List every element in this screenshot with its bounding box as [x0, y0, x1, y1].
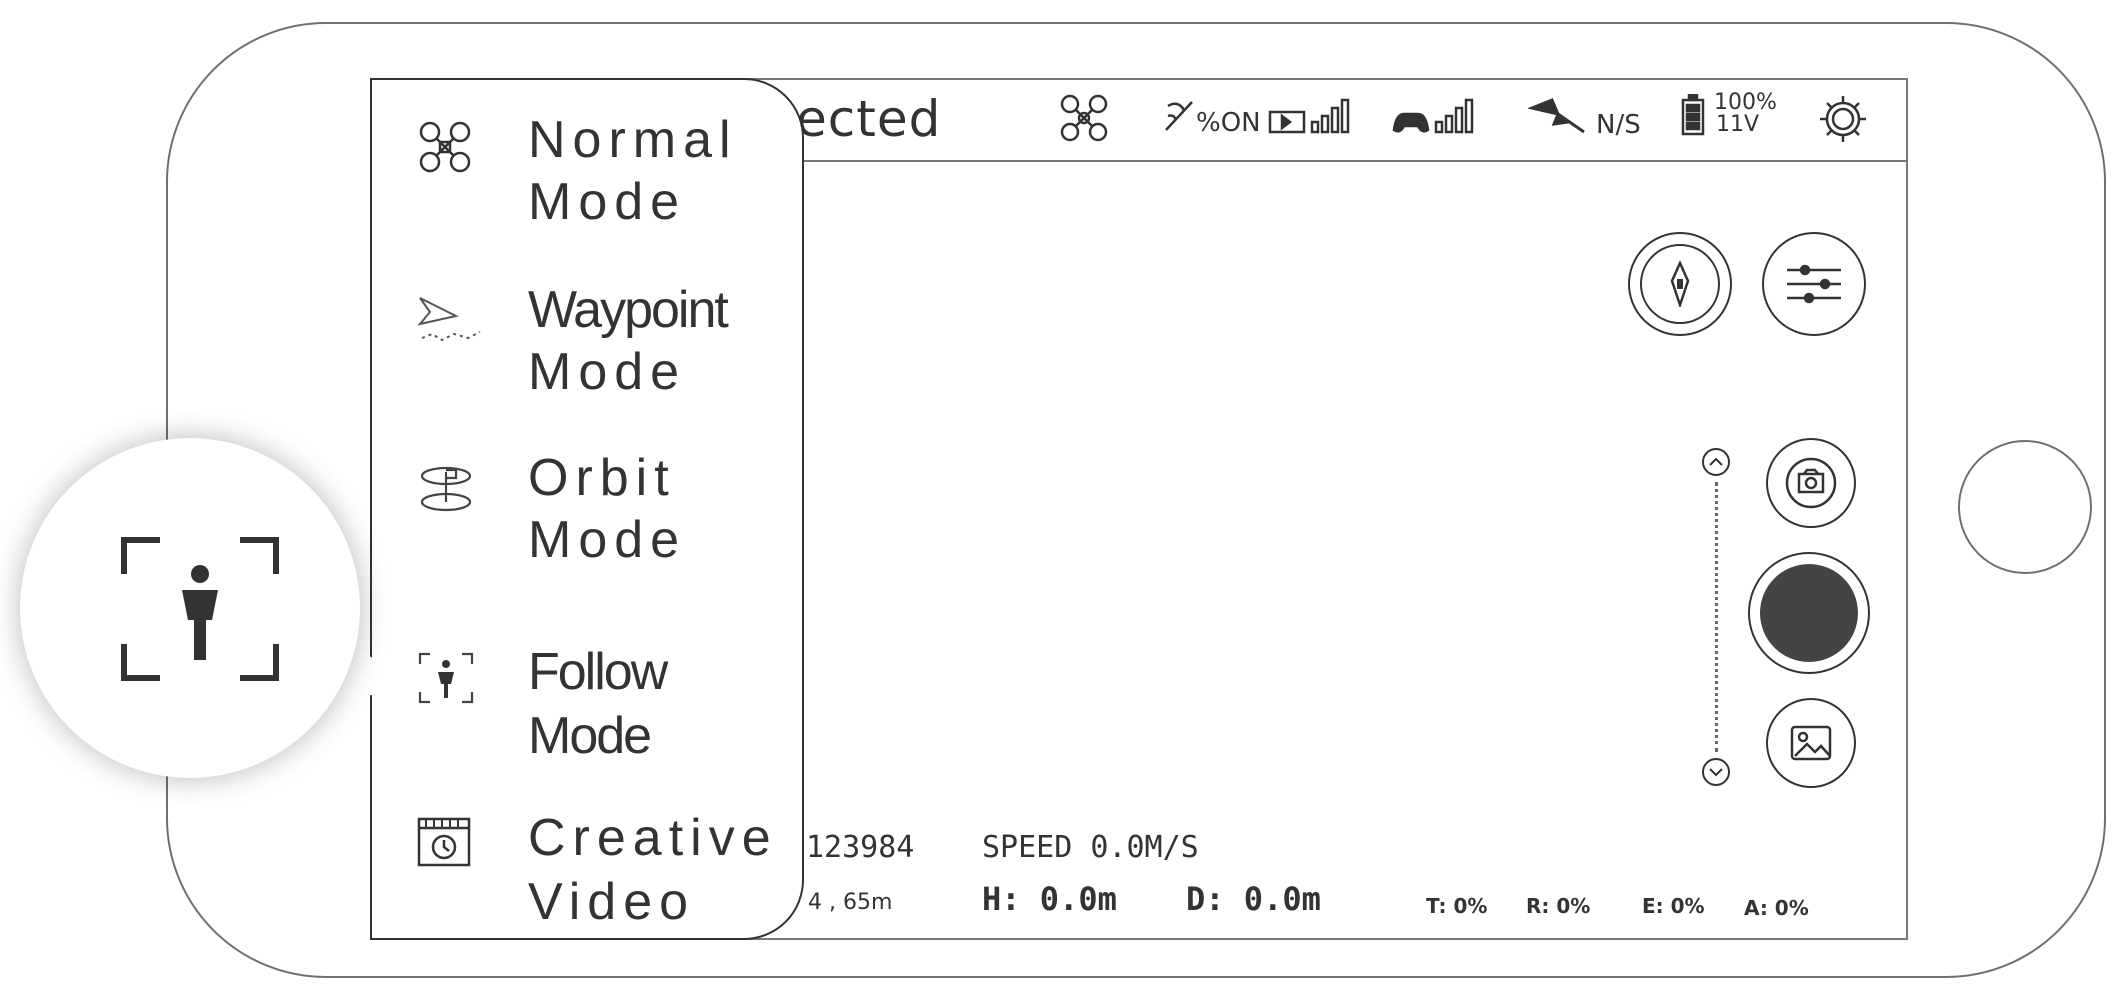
- battery-icon: [1680, 94, 1706, 136]
- menu-item-orbit-mode[interactable]: Orbit Mode: [372, 442, 802, 592]
- controller-signal-icon: [1390, 96, 1486, 138]
- zoom-out-icon[interactable]: [1700, 756, 1732, 788]
- gps-signal-icon: [1162, 96, 1196, 136]
- t-readout: T: 0%: [1426, 894, 1488, 918]
- creative-video-icon: [416, 816, 472, 868]
- menu-item-creative-video[interactable]: Creative Video: [372, 806, 802, 942]
- video-signal-icon: [1268, 96, 1360, 138]
- menu-label-line2: Video: [528, 873, 696, 931]
- r-readout: R: 0%: [1526, 894, 1591, 918]
- a-readout: A: 0%: [1744, 896, 1809, 920]
- gps-status-label: N/S: [1596, 110, 1641, 140]
- follow-icon-large: [120, 536, 280, 682]
- menu-label-line2: Mode: [528, 707, 652, 765]
- menu-label-line2: Mode: [528, 343, 687, 401]
- flight-mode-menu: Normal Mode Waypoint Mode Orbit Mode Fol…: [370, 78, 804, 940]
- follow-icon: [416, 650, 476, 706]
- satellite-icon: [1528, 92, 1592, 136]
- sliders-icon: [1787, 264, 1841, 304]
- waypoint-icon: [416, 294, 486, 344]
- height-readout: H: 0.0m: [982, 880, 1117, 918]
- follow-mode-callout: [20, 438, 360, 778]
- gallery-button[interactable]: [1766, 698, 1856, 788]
- camera-switch-icon: [1785, 457, 1837, 509]
- record-button[interactable]: [1748, 552, 1870, 674]
- compass-icon: [1640, 244, 1720, 324]
- gps-on-label: %ON: [1196, 108, 1261, 138]
- record-dot: [1760, 564, 1858, 662]
- orbit-icon: [416, 460, 476, 514]
- connection-status: ected: [796, 90, 942, 148]
- coordinate-fragment: 4 , 65m: [808, 890, 893, 915]
- zoom-in-icon[interactable]: [1700, 446, 1732, 478]
- battery-voltage: 11V: [1716, 112, 1760, 137]
- camera-switch-button[interactable]: [1766, 438, 1856, 528]
- menu-label-line2: Mode: [528, 173, 687, 231]
- menu-label-line2: Mode: [528, 511, 687, 569]
- id-fragment: 123984: [806, 830, 915, 865]
- home-button[interactable]: [1958, 440, 2092, 574]
- speed-readout: SPEED 0.0M/S: [982, 830, 1199, 865]
- adjustments-button[interactable]: [1762, 232, 1866, 336]
- menu-label-line1: Orbit: [528, 449, 676, 507]
- menu-label-line1: Follow: [528, 643, 668, 701]
- compass-button[interactable]: [1628, 232, 1732, 336]
- image-icon: [1790, 725, 1832, 761]
- e-readout: E: 0%: [1642, 894, 1705, 918]
- menu-item-normal-mode[interactable]: Normal Mode: [372, 100, 802, 250]
- menu-label-line1: Waypoint: [528, 281, 729, 339]
- battery-percent: 100%: [1714, 90, 1777, 115]
- menu-item-waypoint-mode[interactable]: Waypoint Mode: [372, 270, 802, 420]
- menu-item-follow-mode[interactable]: Follow Mode: [372, 643, 802, 796]
- menu-label-line1: Normal: [528, 111, 738, 169]
- drone-status-icon: [1058, 92, 1110, 144]
- drone-icon: [416, 118, 474, 176]
- zoom-slider-track[interactable]: [1715, 482, 1718, 752]
- distance-readout: D: 0.0m: [1186, 880, 1321, 918]
- menu-label-line1: Creative: [528, 809, 778, 867]
- gear-icon[interactable]: [1818, 94, 1868, 144]
